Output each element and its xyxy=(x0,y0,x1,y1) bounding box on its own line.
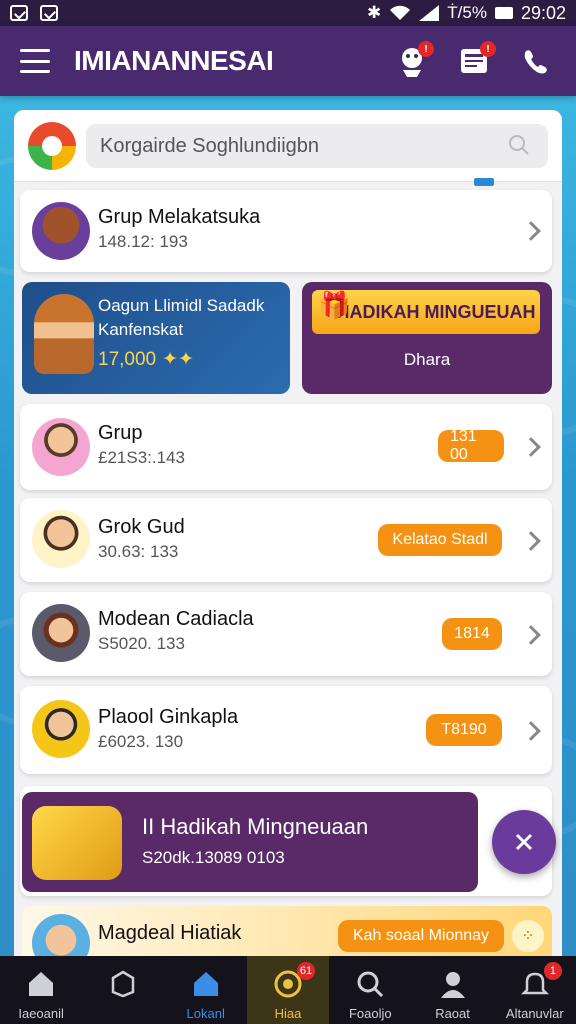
avatar xyxy=(32,700,90,758)
treasure-icon xyxy=(32,806,122,880)
nav-item-profile[interactable]: Raoat xyxy=(411,956,493,1024)
box-icon xyxy=(112,970,135,998)
app-header: IMIANANNESAI ! ! xyxy=(0,26,576,96)
row-title: Grup Melakatsuka xyxy=(98,206,261,228)
home-icon xyxy=(29,972,54,996)
nav-item-rewards[interactable]: Hiaa 61 xyxy=(246,956,330,1024)
row-title: Modean Cadiacla xyxy=(98,608,254,630)
weekly-gift-banner[interactable]: II Hadikah Mingneuaan S20dk.13089 0103 xyxy=(22,792,478,892)
search-icon xyxy=(357,971,384,998)
notification-check-icon xyxy=(10,5,28,21)
star-icon: ✦✦ xyxy=(162,349,194,370)
chevron-right-icon xyxy=(521,531,541,551)
battery-icon xyxy=(494,7,513,19)
list-item[interactable]: Modean Cadiacla S5020. 133 1814 xyxy=(20,592,552,676)
banner-subtitle: S20dk.13089 0103 xyxy=(142,848,285,867)
action-badge[interactable]: Kah soaal Mionnay xyxy=(338,920,504,952)
chevron-right-icon xyxy=(521,437,541,457)
main-card: Korgairde Soghlundiigbn Grup Melakatsuka… xyxy=(14,110,562,970)
character-icon xyxy=(34,294,94,374)
value-badge: T8190 xyxy=(426,714,502,746)
app-logo xyxy=(28,122,76,170)
row-subtitle: £21S3:.143 xyxy=(98,448,185,467)
promo-card-right[interactable]: 🎁 HADIKAH MINGUEUAH Dhara xyxy=(302,282,552,394)
nav-item-local[interactable]: Lokanl xyxy=(165,956,247,1024)
banner-title: II Hadikah Mingneuaan xyxy=(142,814,369,839)
clock: 29:02 xyxy=(520,2,566,23)
close-button[interactable] xyxy=(492,810,556,874)
dots-icon[interactable]: ⁘ xyxy=(512,920,544,952)
value-badge: 131 00 xyxy=(438,428,504,463)
battery-text: Ṫ/5% xyxy=(447,3,487,22)
row-subtitle: £6023. 130 xyxy=(98,732,184,751)
notification-badge: ! xyxy=(480,41,496,57)
promo-label: Dhara xyxy=(403,350,451,369)
promo-card-left[interactable]: Oagun Llimidl Sadadk Kanfenskat 17,000 ✦… xyxy=(22,282,290,394)
promo-title: Oagun Llimidl Sadadk xyxy=(98,296,265,315)
avatar xyxy=(32,510,90,568)
row-subtitle: S5020. 133 xyxy=(98,634,185,653)
avatar xyxy=(32,604,90,662)
home-active-icon xyxy=(193,972,218,996)
list-item[interactable]: Grup £21S3:.143 131 00 xyxy=(20,404,552,490)
row-title: Plaool Ginkapla xyxy=(98,706,239,728)
phone-icon[interactable] xyxy=(516,41,556,81)
menu-icon[interactable] xyxy=(20,49,50,73)
nav-item-search[interactable]: Foaoljo xyxy=(329,956,411,1024)
mascot-icon[interactable]: ! xyxy=(392,41,434,81)
chest-icon xyxy=(32,202,90,260)
search-input[interactable]: Korgairde Soghlundiigbn xyxy=(86,124,548,168)
status-badge: Kelatao Stadl xyxy=(378,524,502,556)
promo-amount: 17,000 xyxy=(98,348,157,370)
chevron-right-icon xyxy=(521,625,541,645)
app-title: IMIANANNESAI xyxy=(74,45,274,76)
bottom-nav: Iaeoanil Lokanl Hiaa 61 Foaoljo Raoat Al… xyxy=(0,956,576,1024)
row-title: Grup xyxy=(98,422,143,444)
notification-badge: 61 xyxy=(296,962,316,980)
gift-icon: 🎁 xyxy=(318,290,351,320)
wifi-icon xyxy=(390,5,411,20)
promo-banner: 🎁 HADIKAH MINGUEUAH xyxy=(312,290,540,334)
notification-badge: 1 xyxy=(543,962,562,980)
row-subtitle: 148.12: 193 xyxy=(98,232,188,251)
avatar xyxy=(32,418,90,476)
nav-item-home[interactable]: Iaeoanil xyxy=(0,956,82,1024)
list-item[interactable]: Plaool Ginkapla £6023. 130 T8190 xyxy=(20,686,552,774)
bluetooth-icon: ✱ xyxy=(367,3,382,22)
nav-label: Lokanl xyxy=(186,1006,225,1021)
profile-icon xyxy=(440,972,465,998)
signal-icon xyxy=(419,5,440,21)
nav-item-notifications[interactable]: Altanuvlar 1 xyxy=(494,956,576,1024)
list-item[interactable]: Grok Gud 30.63: 133 Kelatao Stadl xyxy=(20,498,552,582)
notification-mail-icon xyxy=(40,5,58,21)
nav-label: Raoat xyxy=(435,1006,470,1021)
nav-label: Iaeoanil xyxy=(18,1006,64,1021)
notification-badge: ! xyxy=(418,41,434,57)
nav-label: Altanuvlar xyxy=(505,1006,564,1021)
value-badge: 1814 xyxy=(442,618,502,650)
promo-subtitle: Kanfenskat xyxy=(98,320,184,339)
list-item[interactable]: Grup Melakatsuka 148.12: 193 xyxy=(20,190,552,272)
nav-label: Foaoljo xyxy=(348,1006,392,1021)
nav-label: Hiaa xyxy=(274,1006,302,1021)
status-bar: ✱ Ṫ/5% 29:02 xyxy=(0,0,576,26)
scroll-indicator xyxy=(474,178,494,186)
close-icon xyxy=(515,833,533,851)
row-title: Magdeal Hiatiak xyxy=(98,922,242,944)
search-icon[interactable] xyxy=(508,134,530,156)
search-bar: Korgairde Soghlundiigbn xyxy=(14,110,562,186)
row-title: Grok Gud xyxy=(98,516,185,538)
nav-item-box[interactable] xyxy=(82,956,164,1024)
chevron-right-icon xyxy=(521,221,541,241)
news-icon[interactable]: ! xyxy=(454,41,496,81)
row-subtitle: 30.63: 133 xyxy=(98,542,179,561)
chevron-right-icon xyxy=(521,721,541,741)
